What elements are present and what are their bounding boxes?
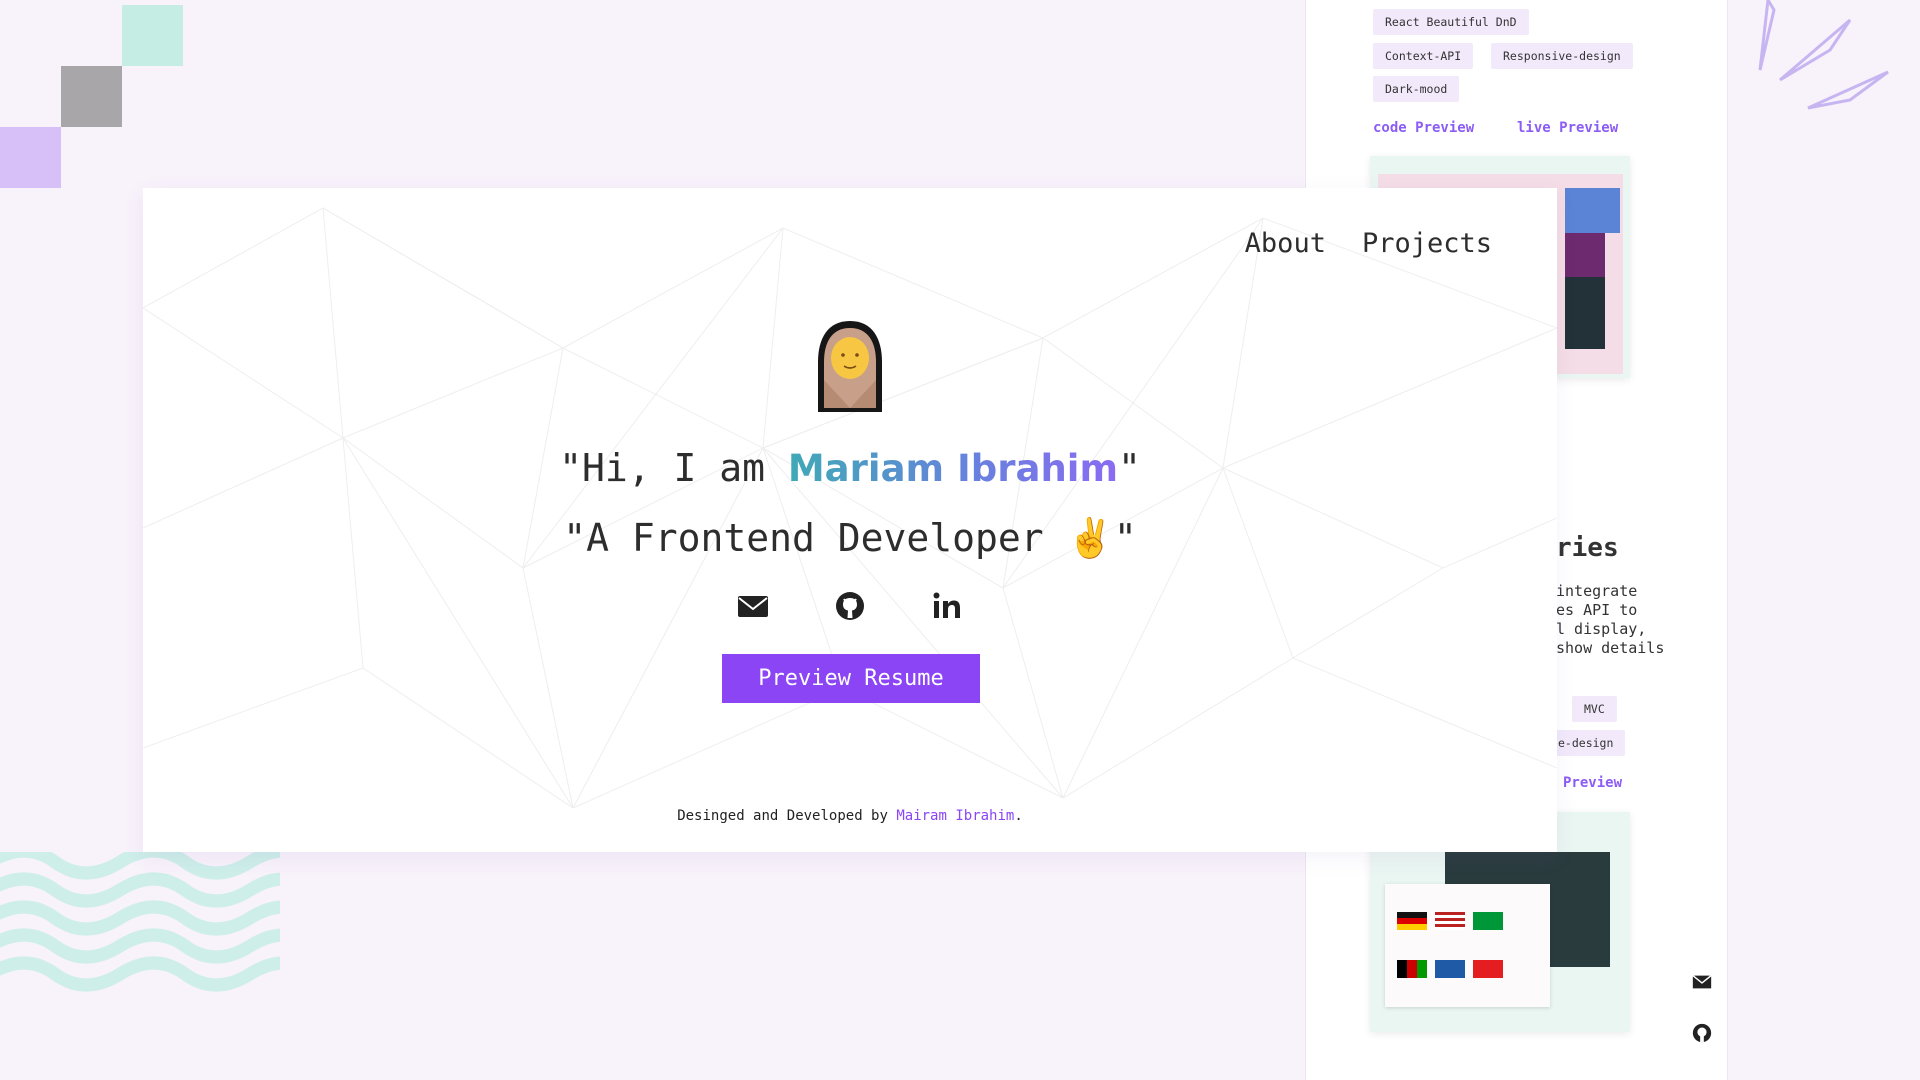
envelope-icon[interactable] bbox=[737, 590, 769, 622]
tech-tag: Dark-mood bbox=[1373, 76, 1460, 102]
developer-name: Mariam Ibrahim bbox=[787, 447, 1119, 490]
github-icon[interactable] bbox=[834, 590, 866, 622]
decorative-square-mint bbox=[122, 5, 183, 66]
project-description-line: es API to bbox=[1556, 601, 1638, 619]
main-nav: About Projects bbox=[1245, 228, 1492, 259]
tech-tag: e-design bbox=[1546, 730, 1626, 756]
decorative-square-gray bbox=[61, 66, 122, 127]
live-preview-link[interactable]: live Preview bbox=[1517, 120, 1618, 136]
code-preview-link[interactable]: code Preview bbox=[1373, 120, 1474, 136]
project-description-line: l display, bbox=[1556, 620, 1647, 638]
role-prefix: "A Frontend Developer bbox=[563, 516, 1067, 560]
greeting-line: "Hi, I am Mariam Ibrahim" bbox=[143, 446, 1557, 490]
tech-tag: Responsive-design bbox=[1491, 43, 1633, 69]
github-icon[interactable] bbox=[1691, 1022, 1713, 1044]
greeting-prefix: "Hi, I am bbox=[559, 446, 788, 490]
project-description-line: integrate bbox=[1556, 582, 1638, 600]
project-description-line: show details bbox=[1556, 639, 1665, 657]
hero-card: About Projects "Hi, I am Mariam Ibrahim"… bbox=[143, 188, 1557, 852]
tech-tag: Context-API bbox=[1373, 43, 1474, 69]
decorative-triangles bbox=[1758, 0, 1889, 110]
footer-suffix: . bbox=[1014, 808, 1023, 824]
tech-tag: MVC bbox=[1572, 696, 1617, 722]
footer-text: Desinged and Developed by bbox=[677, 808, 897, 824]
project-title: ries bbox=[1556, 533, 1619, 563]
tech-tag: React Beautiful DnD bbox=[1373, 9, 1529, 35]
avatar bbox=[818, 321, 882, 412]
footer-author-link[interactable]: Mairam Ibrahim bbox=[896, 808, 1014, 824]
decorative-square-lavender bbox=[0, 127, 61, 188]
envelope-icon[interactable] bbox=[1691, 971, 1713, 993]
nav-projects[interactable]: Projects bbox=[1362, 228, 1492, 259]
greeting-suffix: " bbox=[1118, 446, 1141, 490]
nav-about[interactable]: About bbox=[1245, 228, 1326, 259]
linkedin-icon[interactable] bbox=[931, 590, 963, 622]
social-links bbox=[143, 590, 1557, 622]
victory-hand-icon: ✌️ bbox=[1066, 516, 1114, 560]
role-suffix: " bbox=[1113, 516, 1137, 560]
footer-credit: Desinged and Developed by Mairam Ibrahim… bbox=[143, 808, 1557, 824]
preview-resume-button[interactable]: Preview Resume bbox=[722, 654, 980, 703]
decorative-waves bbox=[0, 852, 280, 992]
live-preview-link[interactable]: Preview bbox=[1563, 775, 1622, 791]
role-line: "A Frontend Developer ✌️" bbox=[143, 516, 1557, 561]
